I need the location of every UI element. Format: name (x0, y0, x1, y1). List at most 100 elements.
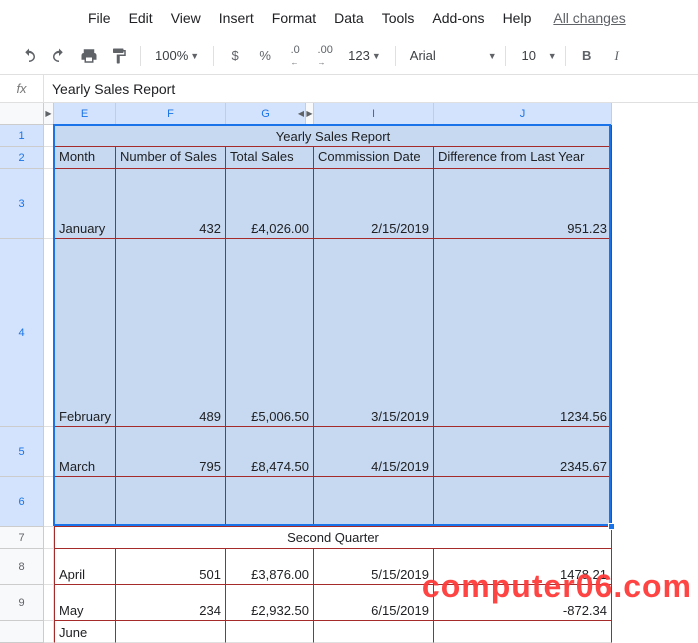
cell[interactable]: January (54, 169, 116, 239)
cell[interactable]: Number of Sales (116, 147, 226, 169)
cell[interactable]: May (54, 585, 116, 621)
menu-tools[interactable]: Tools (374, 6, 423, 30)
zoom-dropdown[interactable]: 100% ▼ (149, 43, 205, 69)
cell[interactable] (44, 527, 54, 549)
font-dropdown-arrow[interactable]: ▼ (488, 51, 497, 61)
more-formats-dropdown[interactable]: 123 ▼ (342, 43, 387, 69)
cell[interactable]: 489 (116, 239, 226, 427)
cell[interactable]: Second Quarter (54, 527, 612, 549)
font-size-dropdown[interactable]: 10 (514, 43, 544, 69)
row-header-8[interactable]: 8 (0, 549, 43, 585)
cell[interactable]: -872.34 (434, 585, 612, 621)
cell[interactable]: Total Sales (226, 147, 314, 169)
cell[interactable]: £3,876.00 (226, 549, 314, 585)
cell[interactable] (434, 477, 612, 527)
cell[interactable]: 2/15/2019 (314, 169, 434, 239)
increase-decimal-button[interactable]: .00→ (312, 43, 338, 69)
cell[interactable]: £8,474.50 (226, 427, 314, 477)
selection-handle[interactable] (608, 523, 615, 530)
bold-button[interactable]: B (574, 43, 600, 69)
italic-button[interactable]: I (604, 43, 630, 69)
cell[interactable] (314, 621, 434, 643)
cell[interactable]: March (54, 427, 116, 477)
cell[interactable] (44, 147, 54, 169)
menu-addons[interactable]: Add-ons (424, 6, 492, 30)
cell[interactable] (314, 477, 434, 527)
toolbar: 100% ▼ $ % .0← .00→ 123 ▼ Arial ▼ 10 ▼ B… (0, 37, 698, 75)
cell[interactable]: 1234.56 (434, 239, 612, 427)
all-changes-link[interactable]: All changes (553, 10, 625, 26)
row-header-4[interactable]: 4 (0, 239, 43, 427)
row-header-5[interactable]: 5 (0, 427, 43, 477)
cell[interactable]: 501 (116, 549, 226, 585)
cell[interactable]: 2345.67 (434, 427, 612, 477)
formula-input[interactable]: Yearly Sales Report (44, 81, 698, 97)
cell[interactable]: Yearly Sales Report (54, 125, 612, 147)
row-header-1[interactable]: 1 (0, 125, 43, 147)
cell[interactable]: Commission Date (314, 147, 434, 169)
cell[interactable]: 951.23 (434, 169, 612, 239)
cell[interactable]: Month (54, 147, 116, 169)
col-header-E[interactable]: E (54, 103, 116, 124)
cell[interactable] (116, 621, 226, 643)
row-header-7[interactable]: 7 (0, 527, 43, 549)
cell[interactable] (434, 621, 612, 643)
cell[interactable] (44, 621, 54, 643)
cell[interactable]: 4/15/2019 (314, 427, 434, 477)
select-all-corner[interactable] (0, 103, 44, 125)
cell[interactable]: June (54, 621, 116, 643)
row-header-6[interactable]: 6 (0, 477, 43, 527)
cell[interactable]: 5/15/2019 (314, 549, 434, 585)
cell[interactable] (44, 477, 54, 527)
font-dropdown[interactable]: Arial (404, 43, 484, 69)
menu-insert[interactable]: Insert (211, 6, 262, 30)
cell[interactable] (226, 621, 314, 643)
cell[interactable] (116, 477, 226, 527)
cell[interactable]: 234 (116, 585, 226, 621)
cell[interactable]: 1478.21 (434, 549, 612, 585)
decrease-decimal-button[interactable]: .0← (282, 43, 308, 69)
col-header-0[interactable]: ▶ (44, 103, 54, 124)
cell[interactable]: 3/15/2019 (314, 239, 434, 427)
menu-edit[interactable]: Edit (121, 6, 161, 30)
cell[interactable] (44, 125, 54, 147)
print-button[interactable] (76, 43, 102, 69)
cell[interactable]: £2,932.50 (226, 585, 314, 621)
font-size-dropdown-arrow[interactable]: ▼ (548, 51, 557, 61)
menu-view[interactable]: View (163, 6, 209, 30)
menu-file[interactable]: File (80, 6, 119, 30)
cell[interactable] (44, 549, 54, 585)
menu-data[interactable]: Data (326, 6, 372, 30)
row-header-2[interactable]: 2 (0, 147, 43, 169)
undo-button[interactable] (16, 43, 42, 69)
cell[interactable]: £5,006.50 (226, 239, 314, 427)
cell[interactable] (226, 477, 314, 527)
col-header-F[interactable]: F (116, 103, 226, 124)
cell[interactable]: February (54, 239, 116, 427)
cell[interactable]: Difference from Last Year (434, 147, 612, 169)
col-header-J[interactable]: J (434, 103, 612, 124)
cell[interactable] (44, 585, 54, 621)
cell[interactable] (44, 427, 54, 477)
row-header-9[interactable]: 9 (0, 585, 43, 621)
menu-help[interactable]: Help (495, 6, 540, 30)
cell[interactable] (54, 477, 116, 527)
row-header-3[interactable]: 3 (0, 169, 43, 239)
col-header-4[interactable]: ▶ (306, 103, 314, 124)
cell[interactable] (44, 239, 54, 427)
col-header-I[interactable]: I (314, 103, 434, 124)
cell[interactable]: 432 (116, 169, 226, 239)
paint-format-button[interactable] (106, 43, 132, 69)
cell[interactable]: April (54, 549, 116, 585)
cell[interactable]: 795 (116, 427, 226, 477)
cell[interactable]: 6/15/2019 (314, 585, 434, 621)
format-currency-button[interactable]: $ (222, 43, 248, 69)
cell[interactable]: £4,026.00 (226, 169, 314, 239)
menu-format[interactable]: Format (264, 6, 324, 30)
row-header-9[interactable] (0, 621, 43, 643)
col-header-G[interactable]: G◀ (226, 103, 306, 124)
cell[interactable] (44, 169, 54, 239)
redo-button[interactable] (46, 43, 72, 69)
format-percent-button[interactable]: % (252, 43, 278, 69)
formula-bar: fx Yearly Sales Report (0, 75, 698, 103)
